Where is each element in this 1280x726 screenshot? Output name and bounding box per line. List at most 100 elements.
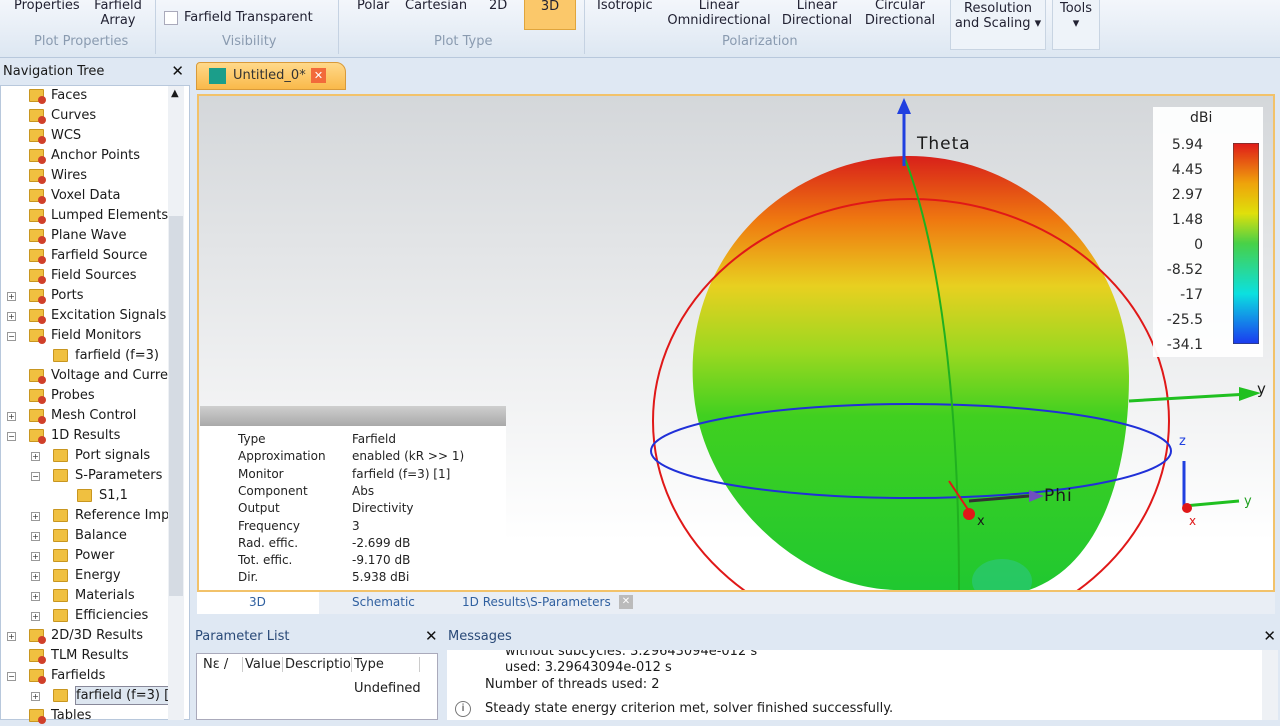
tree-item-label: Field Sources — [51, 268, 137, 283]
legend-tick-label: 2.97 — [1171, 187, 1203, 203]
farfield-doc-icon — [209, 68, 226, 84]
info-panel-header — [200, 406, 506, 426]
legend-unit: dBi — [1190, 110, 1213, 126]
close-tab-icon[interactable]: ✕ — [311, 68, 326, 83]
close-icon[interactable]: ✕ — [171, 62, 184, 80]
expand-toggle-icon[interactable]: + — [7, 412, 16, 421]
legend-tick-label: 1.48 — [1171, 212, 1203, 228]
folder-icon — [53, 569, 68, 582]
column-header[interactable]: Type — [354, 657, 420, 672]
tree-item-label: Curves — [51, 108, 97, 123]
column-header[interactable]: Description — [285, 657, 352, 672]
column-header[interactable]: Nε / — [203, 657, 243, 672]
folder-icon — [53, 449, 68, 462]
expand-toggle-icon[interactable]: + — [31, 512, 40, 521]
tab-s-parameters[interactable]: 1D Results\S-Parameters — [462, 595, 611, 609]
messages-scrollbar[interactable] — [1262, 650, 1278, 720]
parameter-list-panel: Parameter List ✕ Nε / Value Description Typ… — [192, 626, 442, 720]
x-axis-label: x — [977, 514, 985, 529]
expand-toggle-icon[interactable]: + — [31, 452, 40, 461]
2d-button[interactable]: 2D — [489, 0, 507, 13]
expand-toggle-icon[interactable]: + — [31, 532, 40, 541]
messages-log: without subcycles: 3.29643094e-012 s use… — [447, 650, 1263, 720]
mini-z-label: z — [1179, 434, 1186, 449]
cartesian-button[interactable]: Cartesian — [405, 0, 467, 13]
tree-item-label: Efficiencies — [75, 608, 149, 623]
theta-label: Theta — [917, 134, 971, 154]
expand-toggle-icon[interactable]: + — [31, 572, 40, 581]
tree-item-label: Energy — [75, 568, 121, 583]
tree-item-label: Materials — [75, 588, 135, 603]
tools-label: Tools — [1059, 1, 1093, 16]
scroll-up-icon[interactable]: ▲ — [171, 88, 179, 99]
info-icon: i — [455, 701, 471, 717]
tree-item-label: 2D/3D Results — [51, 628, 144, 643]
close-icon[interactable]: ✕ — [1263, 627, 1276, 645]
expand-toggle-icon[interactable]: − — [7, 332, 16, 341]
tree-item-label: Farfield Source — [51, 248, 148, 263]
folder-icon — [29, 669, 46, 684]
resolution-scaling-dropdown[interactable]: Resolution and Scaling ▾ — [950, 0, 1046, 50]
folder-icon — [29, 389, 46, 404]
folder-icon — [29, 229, 46, 244]
expand-toggle-icon[interactable]: + — [31, 692, 40, 701]
folder-icon — [77, 489, 92, 502]
folder-icon — [29, 329, 46, 344]
expand-toggle-icon[interactable]: + — [7, 292, 16, 301]
message-line: used: 3.29643094e-012 s — [505, 660, 672, 675]
scroll-thumb[interactable] — [169, 216, 183, 596]
legend-tick-label: 0 — [1194, 237, 1203, 253]
message-line: without subcycles: 3.29643094e-012 s — [505, 650, 758, 659]
close-tab-icon[interactable]: ✕ — [619, 595, 633, 609]
column-header[interactable]: Value — [245, 657, 283, 672]
folder-icon — [53, 509, 68, 522]
info-key: Output — [238, 501, 280, 516]
group-label: Polarization — [722, 34, 798, 49]
expand-toggle-icon[interactable]: − — [7, 432, 16, 441]
expand-toggle-icon[interactable]: + — [7, 312, 16, 321]
expand-toggle-icon[interactable]: + — [31, 552, 40, 561]
linear-omni-button[interactable]: Linear Omnidirectional — [664, 0, 774, 28]
tab-3d[interactable]: 3D — [249, 595, 266, 609]
info-panel: Type Farfield Approximation enabled (kR >> … — [200, 426, 506, 590]
tree-item-label: farfield (f=3) — [75, 348, 159, 363]
expand-toggle-icon[interactable]: + — [31, 612, 40, 621]
tree-item-label: Reference Impe — [75, 508, 178, 523]
linear-directional-button[interactable]: Linear Directional — [780, 0, 854, 28]
tree-item-label: Plane Wave — [51, 228, 127, 243]
farfield-transparent-checkbox[interactable]: Farfield Transparent — [164, 10, 313, 25]
tree-scrollbar[interactable]: ▲ — [168, 86, 184, 720]
group-label: Plot Properties — [34, 34, 129, 49]
3d-button[interactable]: 3D — [524, 0, 576, 30]
tab-schematic[interactable]: Schematic — [352, 595, 415, 609]
info-value: Directivity — [352, 501, 414, 516]
message-line: Number of threads used: 2 — [485, 677, 660, 692]
folder-icon — [29, 429, 46, 444]
expand-toggle-icon[interactable]: + — [31, 592, 40, 601]
polar-button[interactable]: Polar — [357, 0, 389, 13]
doc-tab-label: Untitled_0* — [233, 68, 306, 83]
folder-icon — [29, 709, 46, 724]
tree-item-label: Voxel Data — [51, 188, 121, 203]
circular-directional-button[interactable]: Circular Directional — [860, 0, 940, 28]
expand-toggle-icon[interactable]: + — [7, 632, 16, 641]
info-key: Type — [238, 432, 266, 446]
y-axis-label: y — [1257, 380, 1266, 398]
info-value: Farfield — [352, 432, 396, 446]
parameter-table: Nε / Value Description Type Undefined — [196, 653, 438, 720]
properties-button[interactable]: Properties — [14, 0, 80, 13]
checkbox-box[interactable] — [164, 10, 178, 25]
expand-toggle-icon[interactable]: − — [31, 472, 40, 481]
info-key: Component — [238, 483, 308, 498]
farfield-array-button[interactable]: Farfield Array — [92, 0, 144, 28]
nav-tree-header: Navigation Tree ✕ — [0, 60, 190, 84]
expand-toggle-icon[interactable]: − — [7, 672, 16, 681]
folder-icon — [53, 349, 68, 362]
folder-icon — [53, 589, 68, 602]
group-label: Plot Type — [434, 34, 493, 49]
phi-label: Phi — [1044, 486, 1073, 506]
document-tab[interactable]: Untitled_0* ✕ — [196, 62, 346, 90]
isotropic-button[interactable]: Isotropic — [597, 0, 653, 13]
tools-dropdown[interactable]: Tools ▾ — [1052, 0, 1100, 50]
close-icon[interactable]: ✕ — [425, 627, 438, 645]
